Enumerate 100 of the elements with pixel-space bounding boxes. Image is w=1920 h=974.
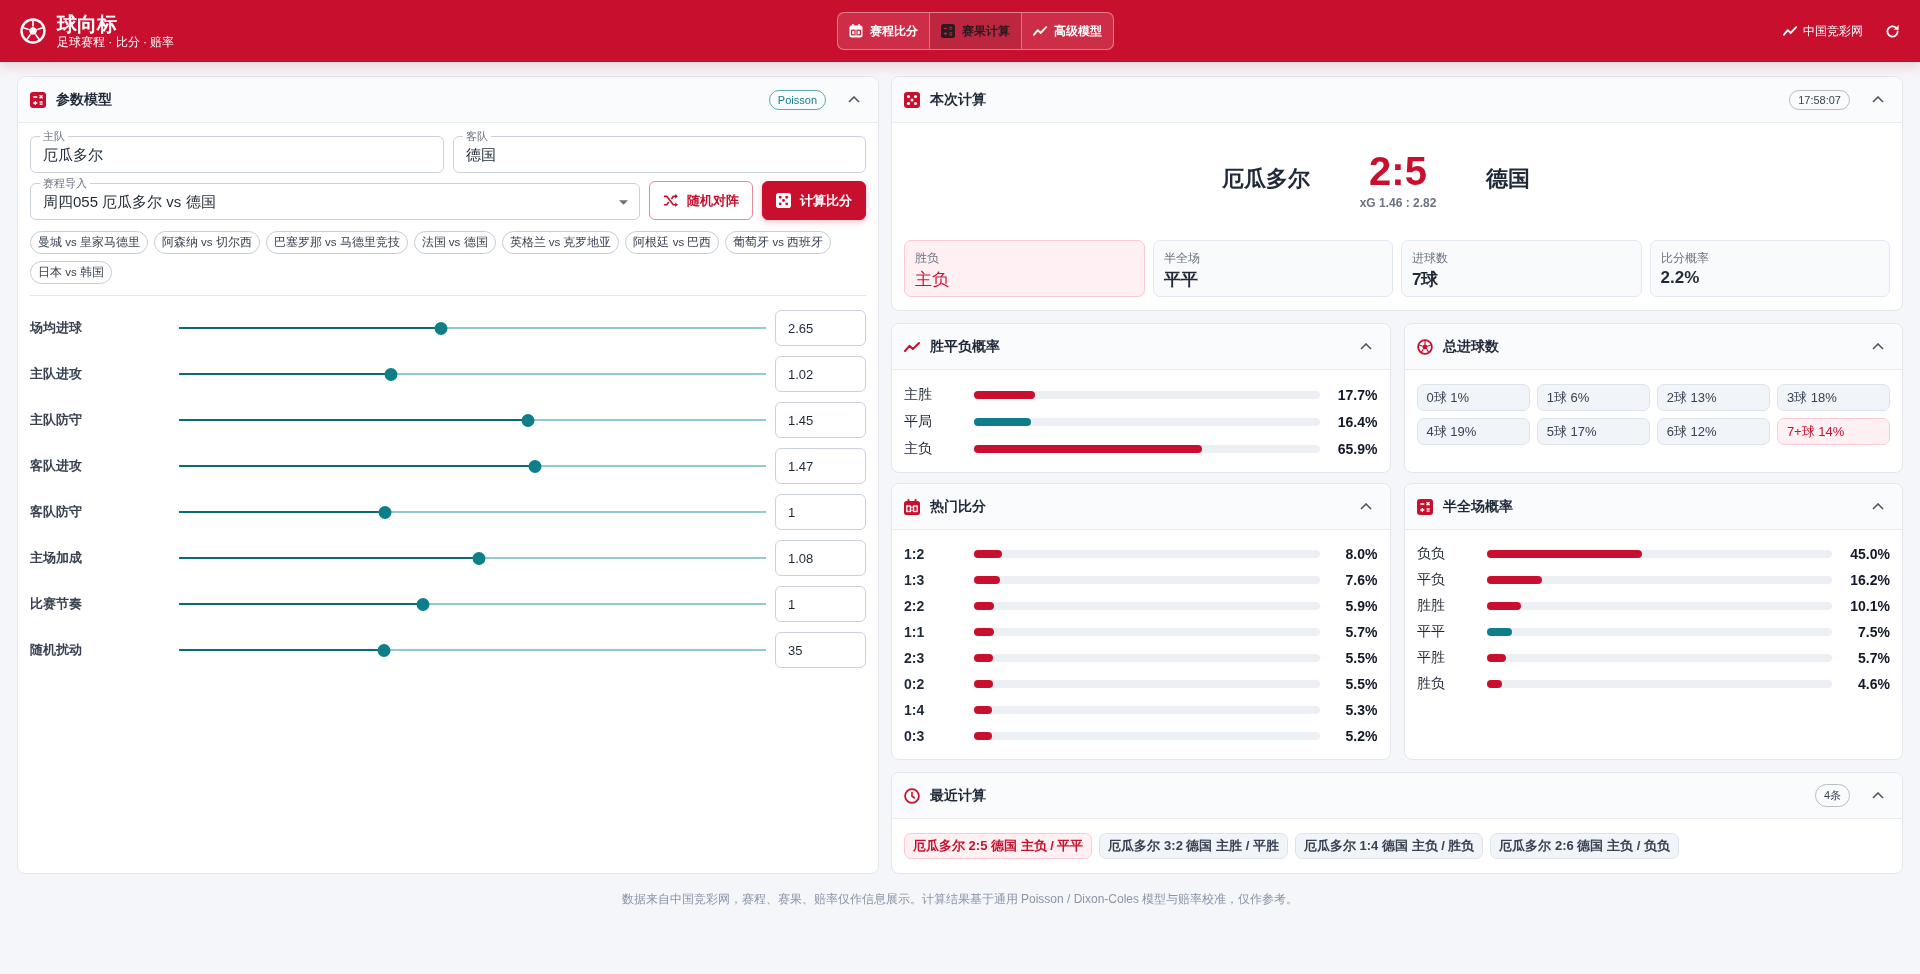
- percent-value: 7.5%: [1857, 624, 1890, 640]
- trend-line-icon: [1032, 24, 1047, 38]
- slider-label: 客队防守: [30, 503, 83, 521]
- goal-chip: 3球 18%: [1776, 384, 1890, 411]
- percent-value: 5.5%: [1344, 676, 1378, 692]
- score-label: 1:1: [904, 624, 926, 640]
- slider-thumb[interactable]: [378, 505, 392, 519]
- slider-thumb[interactable]: [385, 367, 398, 381]
- percent-value: 5.9%: [1344, 598, 1378, 614]
- goal-chip: 0球 1%: [1416, 384, 1530, 411]
- slider-label: 主队进攻: [30, 365, 83, 383]
- percent-value: 8.0%: [1344, 546, 1378, 562]
- slider-label: 随机扰动: [30, 641, 83, 659]
- stat-value: 7球: [1412, 269, 1440, 291]
- percent-value: 7.6%: [1344, 572, 1378, 588]
- history-chip[interactable]: 厄瓜多尔 2:6 德国 主负 / 负负: [1490, 833, 1679, 859]
- preset-chip[interactable]: 曼城 vs 皇家马德里: [30, 231, 148, 254]
- nav-tab[interactable]: 赛程比分: [837, 13, 929, 49]
- scoreboard-icon: [904, 498, 920, 515]
- footer-note: 数据来自中国竞彩网，赛程、赛果、赔率仅作信息展示。计算结果基于通用 Poisson / Dixon-Coles 模型与赔率校准，仅作参考。: [620, 891, 1300, 908]
- chevron-icon: [1872, 503, 1884, 510]
- slider-thumb[interactable]: [434, 321, 448, 335]
- chevron-icon: [1359, 503, 1372, 510]
- score-label: 0:2: [904, 676, 926, 692]
- preset-chip[interactable]: 巴塞罗那 vs 马德里竞技: [265, 231, 408, 254]
- score-label: 0:3: [904, 728, 926, 744]
- calendar-icon: [848, 24, 863, 38]
- number-field[interactable]: 1.02: [775, 356, 866, 392]
- nav-tab[interactable]: 高级模型: [1020, 13, 1113, 49]
- caret-icon: [619, 199, 628, 205]
- bar-label: 平平: [1416, 623, 1446, 641]
- chevron-icon: [1872, 96, 1884, 103]
- bar-label: 胜负: [1416, 675, 1446, 693]
- panel-title: 总进球数: [1442, 337, 1500, 356]
- slider-thumb[interactable]: [377, 643, 391, 657]
- calculator-icon: [1416, 498, 1433, 515]
- chevron-icon: [1872, 343, 1884, 350]
- number-field[interactable]: 1.08: [775, 540, 866, 576]
- percent-value: 65.9%: [1336, 440, 1378, 457]
- number-field[interactable]: 1: [775, 494, 866, 530]
- soccer-ball-icon: [20, 18, 46, 44]
- history-chip[interactable]: 厄瓜多尔 2:5 德国 主负 / 平平: [904, 833, 1093, 859]
- stat-label: 比分概率: [1660, 250, 1710, 267]
- percent-value: 5.2%: [1344, 728, 1378, 744]
- score-label: 1:3: [904, 572, 926, 588]
- history-chip[interactable]: 厄瓜多尔 1:4 德国 主负 / 胜负: [1294, 833, 1484, 859]
- panel-title: 半全场概率: [1442, 497, 1514, 516]
- dice-icon: [904, 91, 920, 108]
- goal-chip: 2球 13%: [1656, 384, 1770, 411]
- slider-label: 比赛节奏: [30, 595, 83, 613]
- field-label: 客队: [462, 130, 491, 143]
- bar-label: 平胜: [1416, 649, 1446, 667]
- slider-thumb[interactable]: [472, 551, 486, 565]
- calculator-icon: [30, 91, 46, 108]
- clock-icon: [904, 787, 920, 804]
- preset-chip[interactable]: 法国 vs 德国: [413, 231, 496, 254]
- away-team-field[interactable]: 客队 德国: [452, 130, 866, 173]
- home-team-field[interactable]: 主队 厄瓜多尔: [30, 130, 444, 173]
- refresh-button[interactable]: [1885, 23, 1900, 39]
- final-score: 2:5: [1369, 148, 1427, 195]
- away-team-name: 德国: [1486, 164, 1532, 193]
- score-label: 2:3: [904, 650, 926, 666]
- goal-chip: 1球 6%: [1536, 384, 1650, 411]
- preset-chip[interactable]: 阿根廷 vs 巴西: [625, 231, 720, 254]
- xg-text: xG 1.46 : 2.82: [1359, 196, 1437, 210]
- number-field[interactable]: 1: [775, 586, 866, 622]
- preset-chip[interactable]: 阿森纳 vs 切尔西: [153, 231, 260, 254]
- number-field[interactable]: 35: [775, 632, 866, 668]
- app-subtitle: 足球赛程 · 比分 · 赔率: [57, 35, 175, 50]
- number-field[interactable]: 2.65: [775, 310, 866, 346]
- calculate-button[interactable]: 计算比分: [762, 181, 866, 220]
- goal-chip: 7+球 14%: [1776, 418, 1890, 445]
- fixture-select[interactable]: 赛程导入 周四055 厄瓜多尔 vs 德国: [30, 177, 640, 220]
- preset-chip[interactable]: 葡萄牙 vs 西班牙: [725, 231, 832, 254]
- panel-title: 参数模型: [56, 90, 113, 109]
- history-chip[interactable]: 厄瓜多尔 3:2 德国 主胜 / 平胜: [1099, 833, 1288, 859]
- percent-value: 5.7%: [1857, 650, 1890, 666]
- app-title: 球向标: [57, 12, 118, 36]
- score-label: 2:2: [904, 598, 926, 614]
- slider-label: 主队防守: [30, 411, 83, 429]
- bar-label: 胜胜: [1416, 597, 1446, 615]
- stat-label: 进球数: [1412, 250, 1449, 267]
- shuffle-button[interactable]: 随机对阵: [649, 181, 753, 220]
- number-field[interactable]: 1.45: [775, 402, 866, 438]
- field-label: 主队: [40, 130, 68, 143]
- stat-value: 2.2%: [1660, 268, 1701, 288]
- percent-value: 17.7%: [1336, 386, 1378, 403]
- slider-thumb[interactable]: [521, 413, 535, 427]
- number-field[interactable]: 1.47: [775, 448, 866, 484]
- slider-thumb[interactable]: [528, 459, 542, 473]
- preset-chip[interactable]: 英格兰 vs 克罗地亚: [501, 231, 620, 254]
- slider-thumb[interactable]: [416, 597, 430, 611]
- stat-value: 平平: [1163, 269, 1199, 291]
- external-link[interactable]: 中国竞彩网: [1783, 22, 1863, 40]
- goal-chip: 4球 19%: [1416, 418, 1530, 445]
- percent-value: 10.1%: [1849, 598, 1890, 614]
- bar-label: 主胜: [904, 385, 933, 404]
- chevron-icon: [1872, 792, 1884, 799]
- preset-chip[interactable]: 日本 vs 韩国: [30, 261, 112, 284]
- slider-label: 场均进球: [30, 319, 83, 337]
